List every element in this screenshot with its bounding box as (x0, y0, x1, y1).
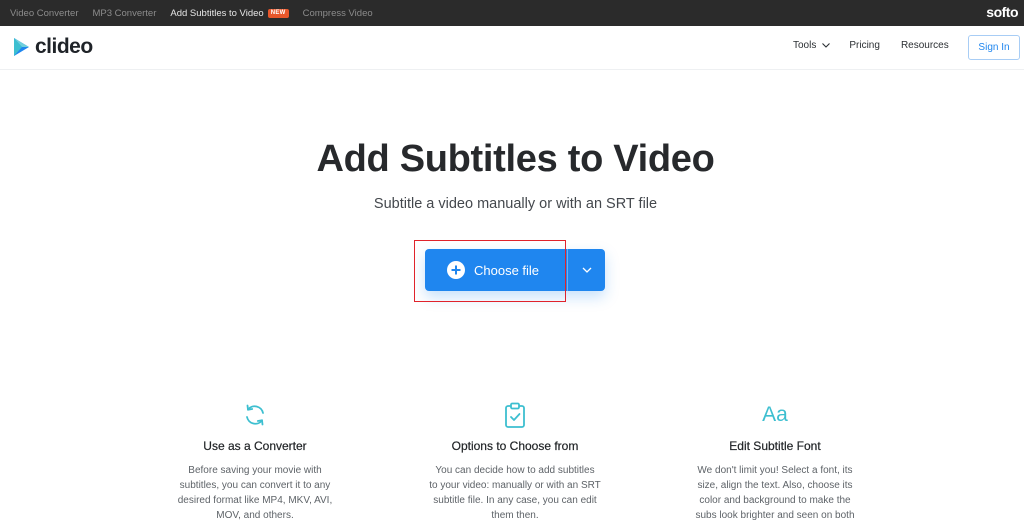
softo-logo[interactable]: softo (986, 4, 1018, 20)
nav-tools-label: Tools (793, 40, 817, 51)
desc-line: We don't limit you! Select a font, its (697, 465, 853, 476)
feature-description: You can decide how to add subtitles to y… (410, 463, 620, 523)
new-badge: NEW (267, 8, 289, 18)
feature-options: Options to Choose from You can decide ho… (410, 400, 620, 523)
choose-file-button[interactable]: Choose file (425, 249, 567, 291)
clipboard-check-icon (410, 400, 620, 430)
desc-line: to your video: manually or with an SRT (429, 480, 601, 491)
feature-description: Before saving your movie with subtitles,… (150, 463, 360, 523)
nav-tools[interactable]: Tools (793, 40, 831, 51)
site-header: clideo Tools Pricing Resources Sign In (0, 26, 1024, 70)
feature-font: Aa Edit Subtitle Font We don't limit you… (670, 400, 880, 523)
sign-in-button[interactable]: Sign In (968, 35, 1020, 60)
desc-line: Before saving your movie with (188, 465, 322, 476)
feature-title: Options to Choose from (451, 439, 579, 453)
clideo-logo[interactable]: clideo (11, 35, 93, 59)
softo-topbar: Video Converter MP3 Converter Add Subtit… (0, 0, 1024, 26)
clideo-logo-icon (14, 38, 29, 56)
desc-line: them then. (491, 510, 539, 521)
chevron-down-icon (822, 43, 831, 48)
page-subtitle: Subtitle a video manually or with an SRT… (373, 196, 658, 212)
choose-file-label: Choose file (474, 262, 540, 278)
desc-line: You can decide how to add subtitles (435, 465, 595, 476)
topbar-link-add-subtitles[interactable]: Add Subtitles to Video NEW (170, 7, 289, 19)
nav-resources[interactable]: Resources (901, 40, 949, 51)
desc-line: subs look brighter and seen on both (695, 510, 855, 521)
feature-title: Use as a Converter (203, 439, 307, 453)
feature-description: We don't limit you! Select a font, its s… (670, 463, 880, 523)
nav-pricing[interactable]: Pricing (849, 40, 880, 51)
desc-line: color and background to make the (699, 495, 851, 506)
desc-line: MOV, and others. (216, 510, 294, 521)
chevron-down-icon (582, 267, 591, 273)
desc-line: subtitles, you can convert it to any (179, 480, 331, 491)
plus-circle-icon (447, 261, 465, 279)
desc-line: desired format like MP4, MKV, AVI, (177, 495, 333, 506)
upload-source-dropdown[interactable] (568, 249, 605, 291)
upload-button-group: Choose file (425, 249, 605, 291)
topbar-link-video-converter[interactable]: Video Converter (10, 8, 78, 19)
desc-line: subtitle file. In any case, you can edit (433, 495, 597, 506)
topbar-link-compress-video[interactable]: Compress Video (303, 8, 373, 19)
font-icon: Aa (762, 403, 788, 426)
feature-converter: Use as a Converter Before saving your mo… (150, 400, 360, 523)
main-nav: Tools Pricing Resources (793, 40, 949, 51)
logo-text: clideo (35, 35, 93, 58)
topbar-link-label: Add Subtitles to Video (170, 7, 264, 19)
feature-title: Edit Subtitle Font (729, 439, 821, 453)
desc-line: size, align the text. Also, choose its (697, 480, 853, 491)
refresh-icon (150, 400, 360, 430)
topbar-link-mp3-converter[interactable]: MP3 Converter (92, 8, 156, 19)
page-title: Add Subtitles to Video (316, 138, 715, 180)
